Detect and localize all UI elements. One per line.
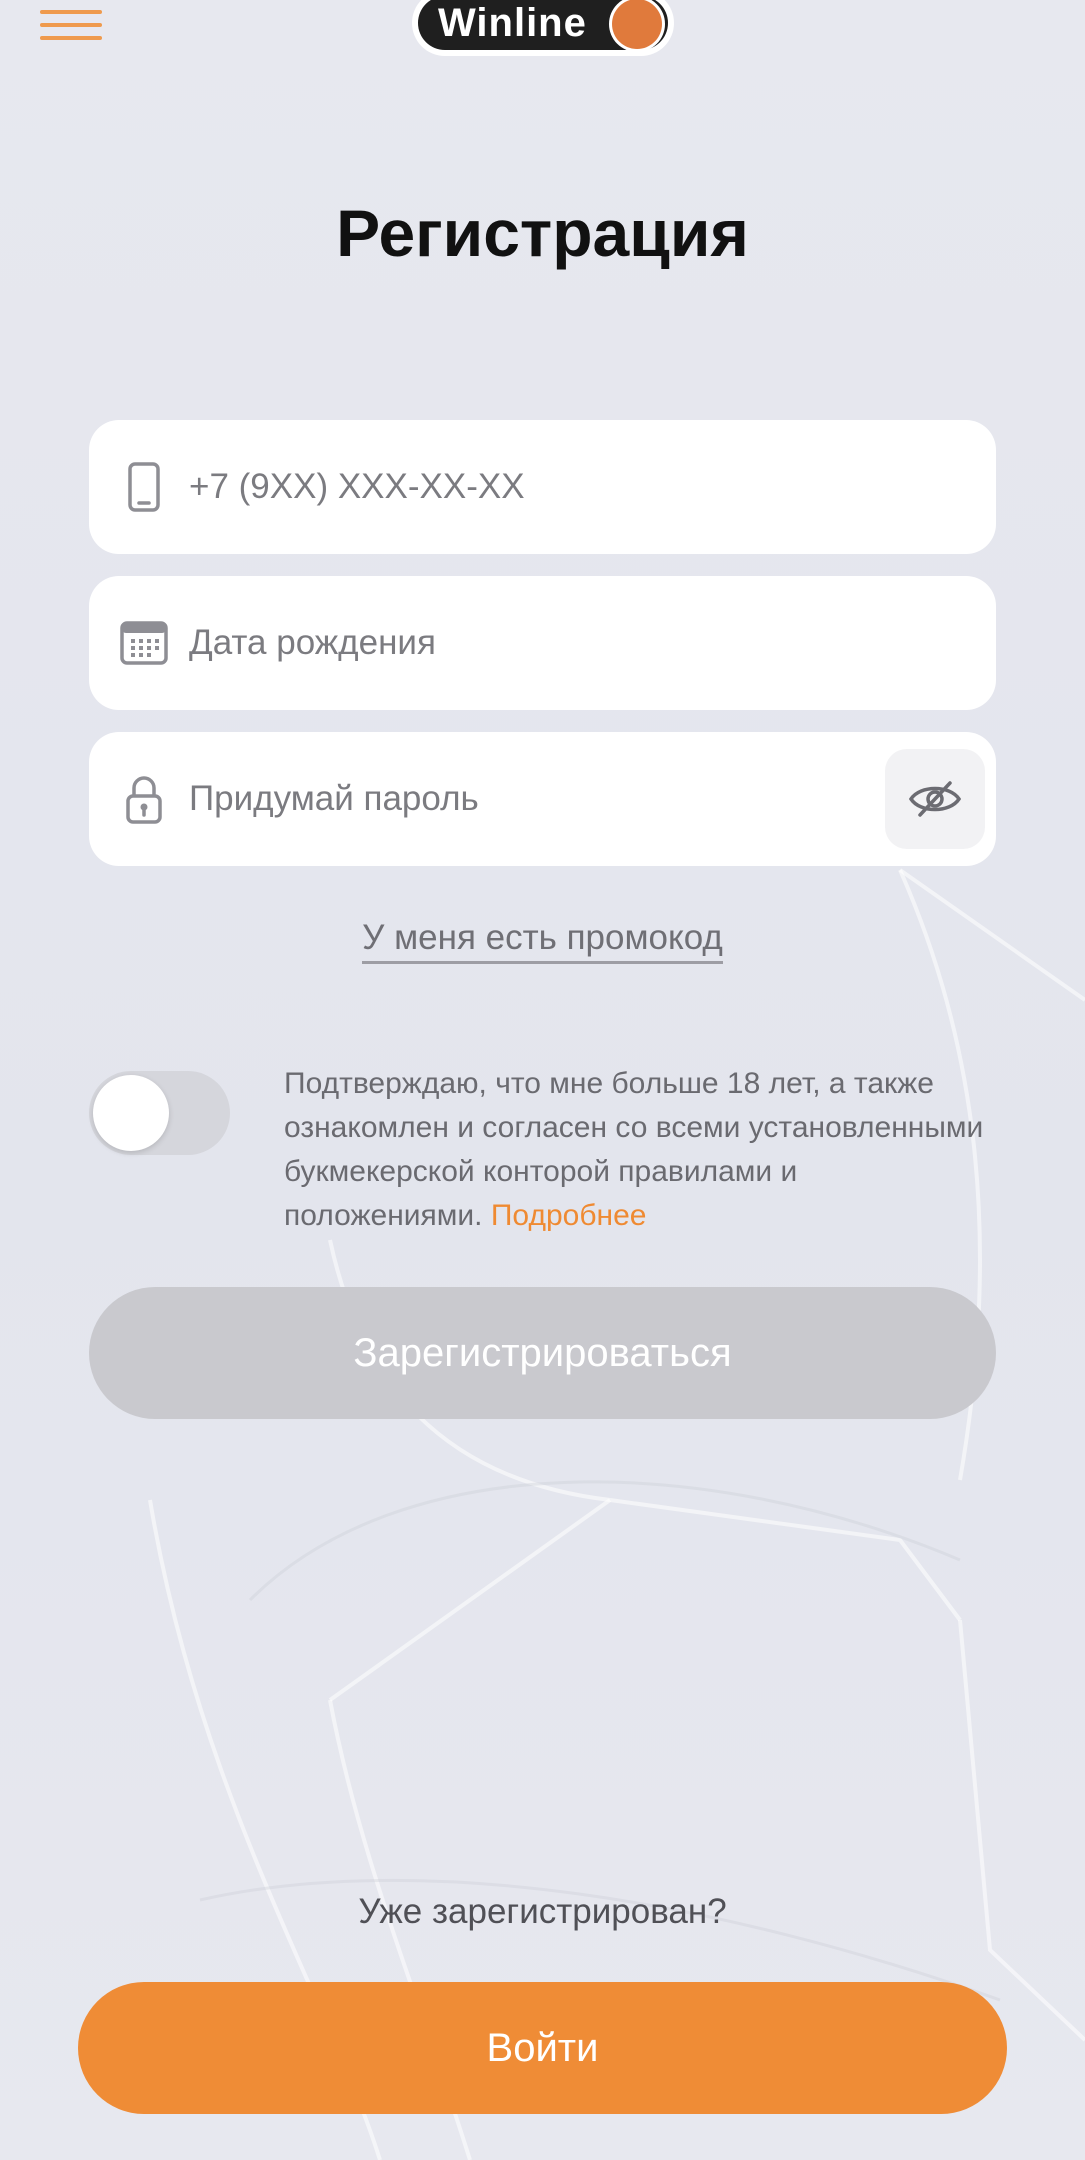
page-title: Регистрация xyxy=(336,196,749,270)
registration-screen: Winline Регистрация +7 (9XX) XXX-XX-XX Д… xyxy=(0,0,1085,2160)
consent-text: Подтверждаю, что мне больше 18 лет, а та… xyxy=(284,1062,984,1238)
login-button[interactable]: Войти xyxy=(78,1982,1007,2114)
register-button[interactable]: Зарегистрироваться xyxy=(89,1287,996,1419)
calendar-icon xyxy=(119,618,169,668)
promo-code-link-wrap: У меня есть промокод xyxy=(0,918,1085,964)
menu-line xyxy=(40,10,102,14)
phone-field[interactable] xyxy=(89,420,996,554)
password-input[interactable] xyxy=(189,732,949,866)
logo-dot-icon xyxy=(612,0,662,49)
consent-more-link[interactable]: Подробнее xyxy=(491,1199,647,1232)
menu-line xyxy=(40,23,102,27)
eye-crossed-icon xyxy=(908,781,962,817)
birthdate-input[interactable] xyxy=(189,576,949,710)
winline-logo[interactable]: Winline xyxy=(412,0,674,56)
logo-text: Winline xyxy=(438,1,587,45)
password-field[interactable] xyxy=(89,732,996,866)
menu-line xyxy=(40,36,102,40)
phone-icon xyxy=(119,462,169,512)
age-consent-toggle[interactable] xyxy=(89,1071,230,1155)
logo-badge: Winline xyxy=(418,0,668,50)
lock-icon xyxy=(119,774,169,824)
show-password-button[interactable] xyxy=(885,749,985,849)
already-registered-text: Уже зарегистрирован? xyxy=(358,1892,727,1931)
toggle-knob xyxy=(93,1075,169,1151)
phone-input[interactable] xyxy=(189,420,949,554)
hamburger-menu-icon[interactable] xyxy=(40,0,110,50)
promo-code-link[interactable]: У меня есть промокод xyxy=(362,918,723,964)
birthdate-field[interactable] xyxy=(89,576,996,710)
